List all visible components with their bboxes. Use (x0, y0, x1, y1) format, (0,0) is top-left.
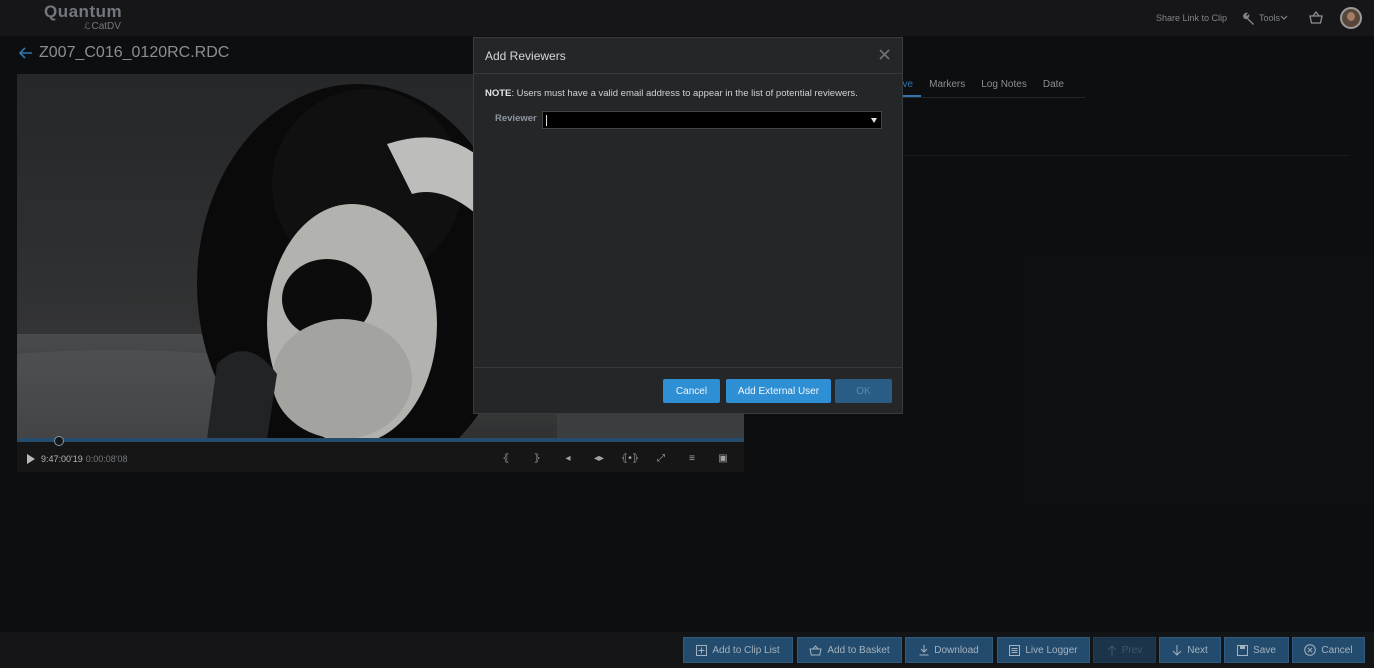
note-prefix: NOTE (485, 88, 512, 99)
reviewer-select[interactable] (542, 111, 882, 129)
ok-button[interactable]: OK (835, 379, 892, 403)
dialog-footer: Cancel Add External User OK (474, 367, 902, 413)
dropdown-arrow-icon (871, 118, 877, 123)
add-reviewers-dialog: Add Reviewers NOTE: Users must have a va… (473, 37, 903, 414)
close-icon[interactable] (876, 46, 892, 62)
reviewer-label: Reviewer (495, 113, 537, 124)
note-text: : Users must have a valid email address … (511, 88, 858, 99)
dialog-header: Add Reviewers (474, 38, 902, 74)
add-external-user-button[interactable]: Add External User (726, 379, 831, 403)
dialog-title: Add Reviewers (485, 49, 566, 63)
text-cursor (546, 114, 547, 126)
dialog-cancel-button[interactable]: Cancel (663, 379, 720, 403)
dialog-note: NOTE: Users must have a valid email addr… (485, 88, 858, 99)
